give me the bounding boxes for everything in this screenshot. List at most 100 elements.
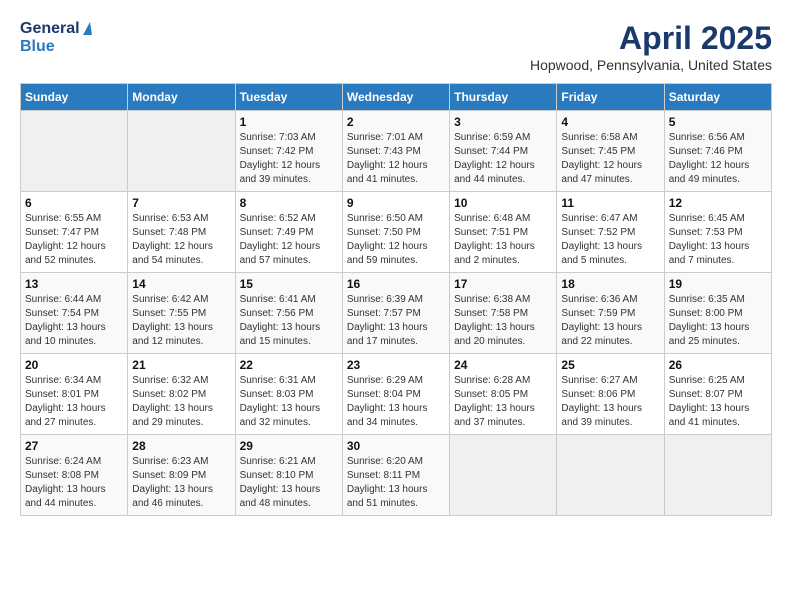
day-number: 11 [561, 196, 659, 210]
logo-blue: Blue [20, 38, 92, 56]
page-header: General Blue April 2025 Hopwood, Pennsyl… [20, 20, 772, 73]
day-info: Sunrise: 6:42 AMSunset: 7:55 PMDaylight:… [132, 293, 230, 349]
day-number: 1 [240, 115, 338, 129]
calendar-cell: 17 Sunrise: 6:38 AMSunset: 7:58 PMDayligh… [450, 273, 557, 354]
day-info: Sunrise: 6:31 AMSunset: 8:03 PMDaylight:… [240, 374, 338, 430]
day-info: Sunrise: 6:28 AMSunset: 8:05 PMDaylight:… [454, 374, 552, 430]
day-info: Sunrise: 6:47 AMSunset: 7:52 PMDaylight:… [561, 212, 659, 268]
column-header-monday: Monday [128, 84, 235, 111]
day-number: 27 [25, 439, 123, 453]
calendar-cell: 22 Sunrise: 6:31 AMSunset: 8:03 PMDayligh… [235, 354, 342, 435]
day-info: Sunrise: 6:52 AMSunset: 7:49 PMDaylight:… [240, 212, 338, 268]
calendar-cell [664, 435, 771, 516]
calendar-cell: 25Sunrise: 6:27 AMSunset: 8:06 PMDayligh… [557, 354, 664, 435]
day-number: 28 [132, 439, 230, 453]
day-number: 16 [347, 277, 445, 291]
logo-triangle-icon [83, 22, 92, 35]
day-info: Sunrise: 6:23 AMSunset: 8:09 PMDaylight:… [132, 455, 230, 511]
calendar-cell: 1 Sunrise: 7:03 AMSunset: 7:42 PMDaylight… [235, 111, 342, 192]
day-info: Sunrise: 7:03 AMSunset: 7:42 PMDaylight:… [240, 131, 338, 187]
day-info: Sunrise: 6:39 AMSunset: 7:57 PMDaylight:… [347, 293, 445, 349]
day-info: Sunrise: 6:55 AMSunset: 7:47 PMDaylight:… [25, 212, 123, 268]
week-row-3: 13 Sunrise: 6:44 AMSunset: 7:54 PMDayligh… [21, 273, 772, 354]
day-info: Sunrise: 6:56 AMSunset: 7:46 PMDaylight:… [669, 131, 767, 187]
calendar-cell: 18Sunrise: 6:36 AMSunset: 7:59 PMDayligh… [557, 273, 664, 354]
day-number: 6 [25, 196, 123, 210]
month-title: April 2025 [530, 20, 772, 57]
calendar-cell: 2Sunrise: 7:01 AMSunset: 7:43 PMDaylight… [342, 111, 449, 192]
day-number: 23 [347, 358, 445, 372]
day-number: 22 [240, 358, 338, 372]
calendar-cell: 6 Sunrise: 6:55 AMSunset: 7:47 PMDaylight… [21, 192, 128, 273]
day-number: 4 [561, 115, 659, 129]
day-info: Sunrise: 6:25 AMSunset: 8:07 PMDaylight:… [669, 374, 767, 430]
day-number: 21 [132, 358, 230, 372]
calendar-cell: 9 Sunrise: 6:50 AMSunset: 7:50 PMDaylight… [342, 192, 449, 273]
day-number: 17 [454, 277, 552, 291]
calendar-cell: 26 Sunrise: 6:25 AMSunset: 8:07 PMDayligh… [664, 354, 771, 435]
column-header-sunday: Sunday [21, 84, 128, 111]
day-number: 9 [347, 196, 445, 210]
logo-general: General [20, 20, 80, 38]
day-info: Sunrise: 6:20 AMSunset: 8:11 PMDaylight:… [347, 455, 445, 511]
day-number: 29 [240, 439, 338, 453]
day-number: 7 [132, 196, 230, 210]
logo: General Blue [20, 20, 92, 55]
day-info: Sunrise: 6:41 AMSunset: 7:56 PMDaylight:… [240, 293, 338, 349]
day-number: 5 [669, 115, 767, 129]
day-info: Sunrise: 6:45 AMSunset: 7:53 PMDaylight:… [669, 212, 767, 268]
day-number: 15 [240, 277, 338, 291]
day-number: 24 [454, 358, 552, 372]
calendar-cell: 13 Sunrise: 6:44 AMSunset: 7:54 PMDayligh… [21, 273, 128, 354]
location: Hopwood, Pennsylvania, United States [530, 57, 772, 73]
calendar-cell: 19 Sunrise: 6:35 AMSunset: 8:00 PMDayligh… [664, 273, 771, 354]
day-info: Sunrise: 6:53 AMSunset: 7:48 PMDaylight:… [132, 212, 230, 268]
calendar-cell: 24 Sunrise: 6:28 AMSunset: 8:05 PMDayligh… [450, 354, 557, 435]
calendar-cell: 29Sunrise: 6:21 AMSunset: 8:10 PMDayligh… [235, 435, 342, 516]
day-number: 14 [132, 277, 230, 291]
calendar-cell: 14 Sunrise: 6:42 AMSunset: 7:55 PMDayligh… [128, 273, 235, 354]
calendar-cell: 5 Sunrise: 6:56 AMSunset: 7:46 PMDaylight… [664, 111, 771, 192]
calendar-cell [21, 111, 128, 192]
column-header-tuesday: Tuesday [235, 84, 342, 111]
day-number: 8 [240, 196, 338, 210]
day-info: Sunrise: 6:36 AMSunset: 7:59 PMDaylight:… [561, 293, 659, 349]
day-info: Sunrise: 6:34 AMSunset: 8:01 PMDaylight:… [25, 374, 123, 430]
calendar-cell: 7 Sunrise: 6:53 AMSunset: 7:48 PMDaylight… [128, 192, 235, 273]
day-number: 12 [669, 196, 767, 210]
day-number: 13 [25, 277, 123, 291]
column-header-wednesday: Wednesday [342, 84, 449, 111]
day-number: 19 [669, 277, 767, 291]
calendar-cell: 21 Sunrise: 6:32 AMSunset: 8:02 PMDayligh… [128, 354, 235, 435]
day-info: Sunrise: 6:35 AMSunset: 8:00 PMDaylight:… [669, 293, 767, 349]
calendar-cell [450, 435, 557, 516]
calendar-cell: 4 Sunrise: 6:58 AMSunset: 7:45 PMDaylight… [557, 111, 664, 192]
week-row-2: 6 Sunrise: 6:55 AMSunset: 7:47 PMDaylight… [21, 192, 772, 273]
calendar-cell: 15 Sunrise: 6:41 AMSunset: 7:56 PMDayligh… [235, 273, 342, 354]
week-row-5: 27 Sunrise: 6:24 AMSunset: 8:08 PMDayligh… [21, 435, 772, 516]
day-number: 20 [25, 358, 123, 372]
calendar-cell: 20 Sunrise: 6:34 AMSunset: 8:01 PMDayligh… [21, 354, 128, 435]
day-info: Sunrise: 6:24 AMSunset: 8:08 PMDaylight:… [25, 455, 123, 511]
day-number: 10 [454, 196, 552, 210]
day-info: Sunrise: 6:27 AMSunset: 8:06 PMDaylight:… [561, 374, 659, 430]
week-row-1: 1 Sunrise: 7:03 AMSunset: 7:42 PMDaylight… [21, 111, 772, 192]
day-info: Sunrise: 6:29 AMSunset: 8:04 PMDaylight:… [347, 374, 445, 430]
day-info: Sunrise: 6:32 AMSunset: 8:02 PMDaylight:… [132, 374, 230, 430]
calendar-cell: 10 Sunrise: 6:48 AMSunset: 7:51 PMDayligh… [450, 192, 557, 273]
column-header-saturday: Saturday [664, 84, 771, 111]
day-info: Sunrise: 6:58 AMSunset: 7:45 PMDaylight:… [561, 131, 659, 187]
day-number: 3 [454, 115, 552, 129]
calendar-cell: 27 Sunrise: 6:24 AMSunset: 8:08 PMDayligh… [21, 435, 128, 516]
day-info: Sunrise: 6:38 AMSunset: 7:58 PMDaylight:… [454, 293, 552, 349]
calendar-cell: 16 Sunrise: 6:39 AMSunset: 7:57 PMDayligh… [342, 273, 449, 354]
day-number: 26 [669, 358, 767, 372]
day-info: Sunrise: 6:48 AMSunset: 7:51 PMDaylight:… [454, 212, 552, 268]
day-info: Sunrise: 6:50 AMSunset: 7:50 PMDaylight:… [347, 212, 445, 268]
calendar-cell [128, 111, 235, 192]
week-row-4: 20 Sunrise: 6:34 AMSunset: 8:01 PMDayligh… [21, 354, 772, 435]
calendar-cell: 30Sunrise: 6:20 AMSunset: 8:11 PMDayligh… [342, 435, 449, 516]
column-header-thursday: Thursday [450, 84, 557, 111]
day-info: Sunrise: 6:44 AMSunset: 7:54 PMDaylight:… [25, 293, 123, 349]
calendar-cell [557, 435, 664, 516]
